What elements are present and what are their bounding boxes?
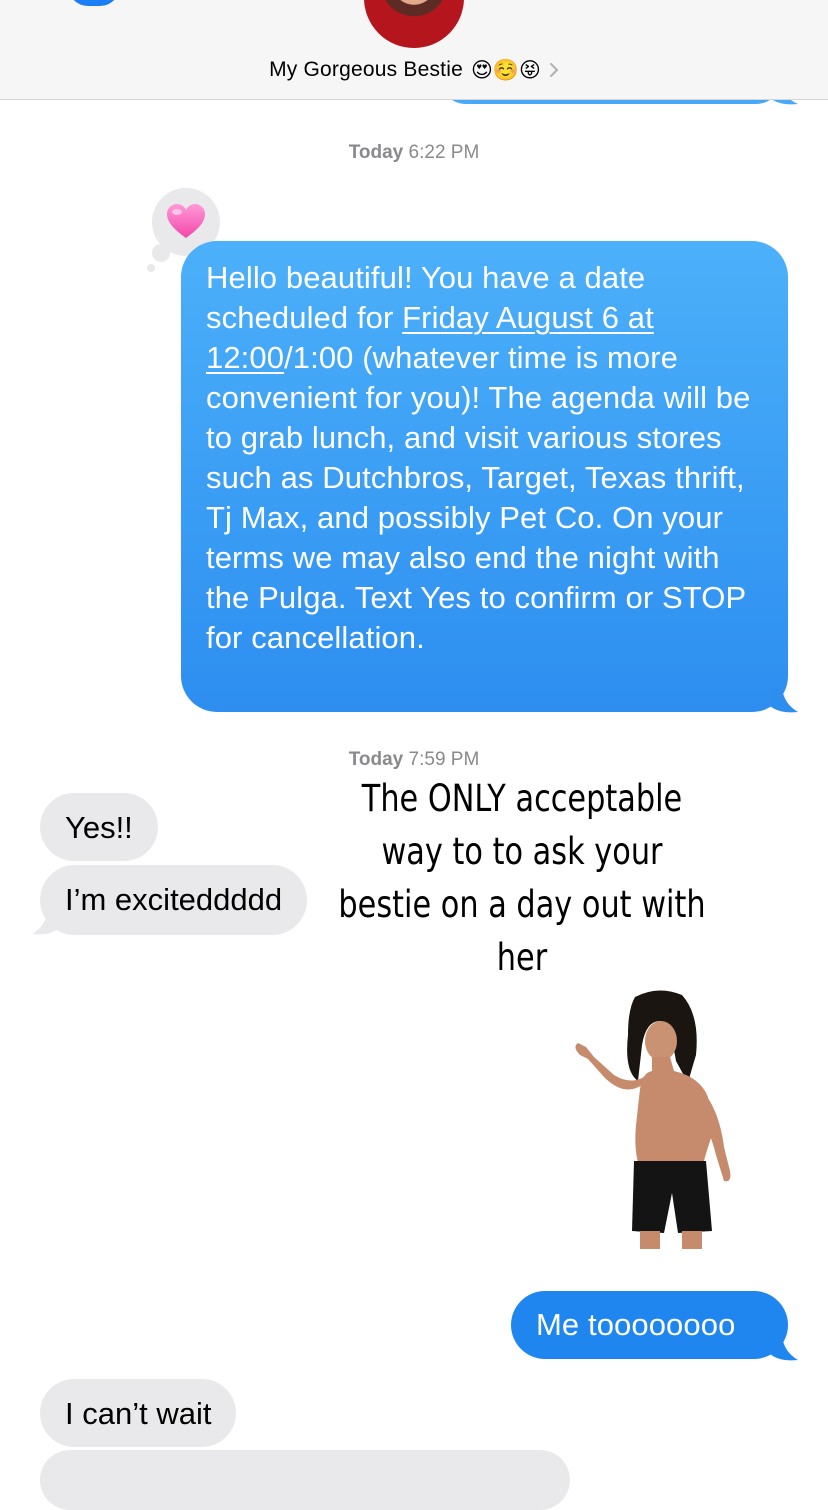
timestamp-day: Today — [348, 749, 404, 770]
message-text: I can’t wait — [65, 1396, 212, 1431]
pink-heart-icon — [167, 204, 205, 238]
contact-emojis: 😍☺️😝 — [470, 57, 541, 82]
unread-count-badge[interactable] — [68, 0, 120, 10]
chevron-right-icon — [549, 63, 559, 77]
tapback-tail-dot — [147, 264, 155, 272]
received-message-bubble[interactable] — [40, 1450, 570, 1510]
sent-message-bubble[interactable]: Hello beautiful! You have a date schedul… — [181, 241, 788, 712]
received-bubble-tail — [32, 910, 60, 935]
conversation-header: My Gorgeous Bestie 😍☺️😝 — [0, 0, 828, 100]
dancing-person-sticker — [575, 990, 731, 1249]
received-message-bubble[interactable]: Yes!! — [40, 793, 158, 861]
sent-message-bubble[interactable]: Me toooooooo — [511, 1291, 788, 1359]
date-link[interactable]: Friday August 6 at — [402, 300, 654, 335]
timestamp: Today 6:22 PM — [0, 142, 828, 164]
received-message-bubble[interactable]: I can’t wait — [40, 1379, 237, 1447]
message-text: Me toooooooo — [536, 1307, 736, 1342]
contact-name: My Gorgeous Bestie — [269, 58, 463, 81]
timestamp-time: 6:22 PM — [408, 142, 480, 163]
time-link[interactable]: 12:00 — [206, 340, 284, 375]
sent-bubble-tail — [770, 1336, 798, 1361]
message-text: I’m exciteddddd — [65, 882, 283, 917]
video-call-icon[interactable] — [716, 0, 776, 12]
video-caption-overlay: The ONLY acceptable way to to ask your b… — [338, 777, 706, 979]
contact-name-row[interactable]: My Gorgeous Bestie 😍☺️😝 — [0, 54, 828, 86]
back-chevron-icon[interactable] — [30, 0, 60, 12]
contact-avatar[interactable] — [364, 0, 464, 48]
received-message-bubble[interactable]: I’m exciteddddd — [40, 865, 308, 935]
sent-bubble-tail — [770, 688, 798, 713]
timestamp-time: 7:59 PM — [408, 749, 480, 770]
message-text: Yes!! — [65, 810, 133, 845]
message-text: /1:00 (whatever time is more convenient … — [206, 340, 751, 655]
timestamp-day: Today — [348, 142, 404, 163]
timestamp: Today 7:59 PM — [0, 749, 828, 771]
